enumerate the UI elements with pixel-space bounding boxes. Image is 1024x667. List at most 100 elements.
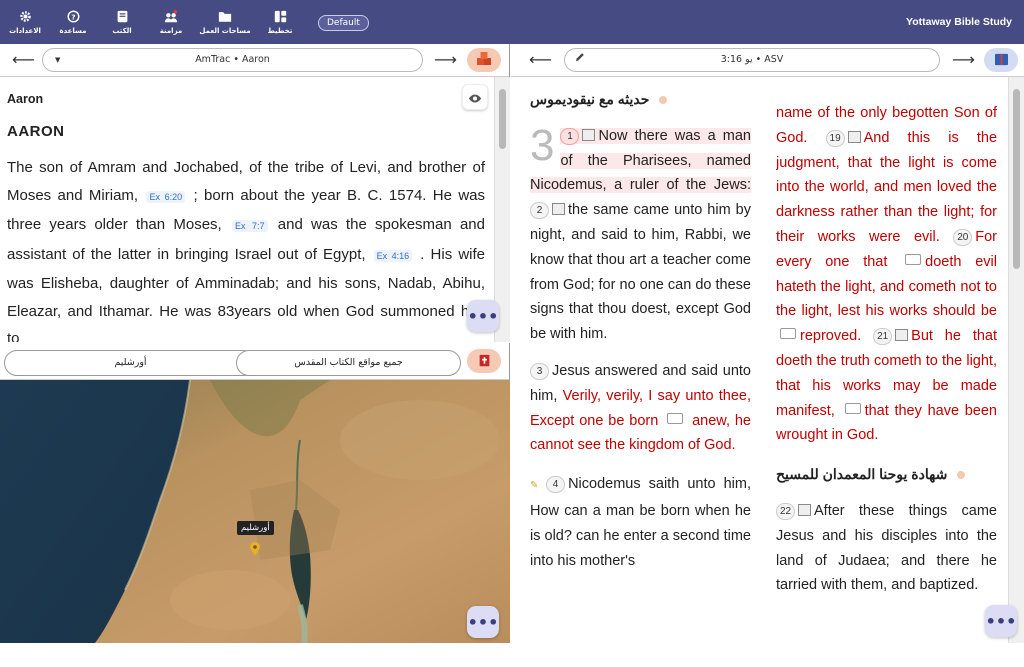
gear-icon (18, 10, 32, 24)
bible-reference-field[interactable]: يو 3:16 • ASV (564, 48, 940, 72)
dropdown-caret-icon[interactable]: ▼ (55, 49, 60, 71)
scrollbar-thumb[interactable] (1013, 89, 1020, 269)
bible-column-2: name of the only begotten Son of God. 19… (776, 101, 997, 667)
map-module-button[interactable] (467, 349, 501, 373)
map-more-options-button[interactable]: ••• (467, 606, 499, 638)
settings-label: الاعدادات (9, 26, 41, 35)
map-marker-label: أورشليم (237, 521, 274, 535)
workspaces-button[interactable]: مساحات العمل (199, 0, 251, 44)
verse-1[interactable]: 1 Now there was a man of the Pharisees, n… (530, 127, 751, 194)
bible-reference-label: يو 3:16 • ASV (720, 54, 784, 65)
comment-icon[interactable] (905, 253, 922, 265)
book-note-icon[interactable] (798, 503, 811, 516)
layout-button[interactable]: تخطيط (266, 0, 294, 44)
entry-text: The son of Amram and Jochabed, of the tr… (7, 154, 485, 342)
verse-number[interactable]: 1 (560, 127, 580, 145)
more-options-button[interactable]: ••• (467, 300, 499, 332)
map-pin-icon[interactable] (250, 541, 260, 560)
cross-reference-link[interactable]: Ex 7:7 (231, 220, 268, 232)
book-note-icon[interactable] (552, 203, 565, 216)
forward-arrow-icon[interactable]: ⟶ (952, 52, 975, 68)
dictionary-module-button[interactable] (467, 48, 501, 72)
scrollbar-thumb[interactable] (499, 89, 506, 149)
verse-number[interactable]: 20 (953, 228, 973, 246)
red-letter-text: And this is the judgment, that the light… (776, 129, 997, 245)
verse-text: After these things came Jesus and his di… (776, 502, 997, 594)
dictionary-reference-label: AmTrac • Aaron (195, 54, 270, 65)
books-label: الكتب (112, 26, 132, 35)
satellite-map[interactable]: أورشليم ••• (0, 380, 510, 643)
verse-block: name of the only begotten Son of God. 19… (776, 101, 997, 448)
verse-number[interactable]: 2 (530, 202, 549, 220)
red-letter-text: reproved. (800, 328, 862, 345)
verse-block: 22 After these things came Jesus and his … (776, 499, 997, 598)
toggle-view-button[interactable] (462, 84, 488, 110)
verse-text: the same came unto him by night, and sai… (530, 202, 751, 343)
books-button[interactable]: الكتب (108, 0, 136, 44)
section-heading-text: حديثه مع نيقوديموس (530, 91, 650, 107)
bible-nav-bar: ⟵ يو 3:16 • ASV ⟶ (511, 44, 1024, 77)
verse-number[interactable]: 21 (873, 328, 893, 346)
comment-icon[interactable] (844, 402, 861, 414)
help-label: مساعدة (59, 26, 87, 35)
workspace-pill[interactable]: Default (318, 15, 369, 31)
layout-icon (273, 10, 287, 24)
back-arrow-icon[interactable]: ⟵ (12, 52, 35, 68)
bible-more-options-button[interactable]: ••• (985, 605, 1017, 637)
dictionary-content: Aaron AARON The son of Amram and Jochabe… (0, 77, 494, 342)
help-icon: ? (66, 10, 80, 24)
book-note-icon[interactable] (847, 130, 861, 143)
forward-arrow-icon[interactable]: ⟶ (434, 52, 457, 68)
map-panel: أورشليم جميع مواقع الكتاب المقدس أورشليم… (0, 343, 510, 643)
place-search-field[interactable]: أورشليم (4, 350, 257, 376)
settings-button[interactable]: الاعدادات (9, 0, 41, 44)
bible-book-icon (994, 51, 1009, 70)
bible-scrollbar[interactable] (1008, 77, 1024, 643)
books-icon (115, 10, 129, 24)
section-heading: شهادة يوحنا المعمدان للمسيح (776, 462, 997, 487)
dictionary-panel: ⟵ ▼ AmTrac • Aaron ⟶ Aaron AARON The son… (0, 44, 510, 342)
dictionary-reference-field[interactable]: ▼ AmTrac • Aaron (42, 48, 423, 72)
bible-panel: ⟵ يو 3:16 • ASV ⟶ حديثه مع نيقوديموس 3 1… (511, 44, 1024, 643)
eye-icon (468, 88, 482, 107)
verse-block: ✎ 4 Nicodemus saith unto him, How can a m… (530, 472, 751, 573)
comment-icon[interactable] (667, 412, 684, 424)
verse-number[interactable]: 3 (530, 362, 549, 380)
sync-button[interactable]: مزامنة (157, 0, 185, 44)
svg-text:?: ? (71, 12, 75, 21)
back-arrow-icon[interactable]: ⟵ (529, 52, 552, 68)
workspaces-label: مساحات العمل (199, 26, 251, 35)
cross-reference-link[interactable]: Ex 4:16 (373, 249, 413, 262)
bible-module-button[interactable] (984, 48, 1018, 72)
dictionary-nav-bar: ⟵ ▼ AmTrac • Aaron ⟶ (0, 44, 509, 77)
section-heading: حديثه مع نيقوديموس (530, 87, 751, 112)
heading-dot-icon (659, 96, 668, 104)
comment-icon[interactable] (780, 328, 796, 340)
verse-number[interactable]: 19 (825, 129, 845, 147)
heading-dot-icon (957, 471, 966, 480)
top-toolbar: الاعدادات ? مساعدة الكتب مزامنة مساحات ا… (0, 0, 1024, 44)
book-note-icon[interactable] (895, 329, 909, 342)
map-terrain (0, 380, 510, 643)
map-book-icon (478, 352, 491, 371)
book-note-icon[interactable] (582, 128, 596, 141)
cubes-icon (476, 51, 492, 70)
pencil-icon[interactable] (575, 49, 585, 71)
ellipsis-icon: ••• (985, 611, 1017, 631)
app-title: Yottaway Bible Study (906, 16, 1012, 28)
verse-number[interactable]: 4 (546, 476, 566, 494)
sync-label: مزامنة (159, 26, 183, 35)
map-toolbar: أورشليم جميع مواقع الكتاب المقدس (0, 343, 509, 380)
entry-title: AARON (7, 123, 65, 140)
bible-column-1: حديثه مع نيقوديموس 3 1 Now there was a ma… (530, 77, 751, 643)
verse-number[interactable]: 22 (776, 502, 795, 520)
all-places-field[interactable]: جميع مواقع الكتاب المقدس (236, 350, 461, 376)
highlighter-icon[interactable]: ✎ (530, 474, 538, 499)
cross-reference-link[interactable]: Ex 6:20 (146, 190, 186, 203)
section-heading-text: شهادة يوحنا المعمدان للمسيح (776, 466, 948, 483)
verse-block: 3 1 Now there was a man of the Pharisees,… (530, 123, 751, 347)
folder-icon (218, 10, 232, 24)
help-button[interactable]: ? مساعدة (58, 0, 88, 44)
verse-block: 3 Jesus answered and said unto him, Veril… (530, 359, 751, 458)
ellipsis-icon: ••• (467, 306, 499, 326)
